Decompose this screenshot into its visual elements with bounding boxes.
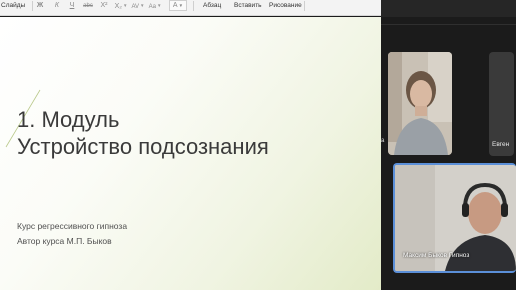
char-spacing-button[interactable]: AV▼: [130, 0, 146, 12]
bold-glyph: Ж: [36, 2, 44, 9]
slides-group-label[interactable]: Слайды: [1, 0, 25, 12]
superscript-glyph: X²: [100, 2, 108, 9]
participant-video-image: [388, 52, 452, 155]
participant-video-tile[interactable]: [388, 52, 452, 155]
slide-title-line-2: Устройство подсознания: [17, 134, 269, 159]
paragraph-group-label[interactable]: Абзац: [203, 0, 221, 12]
change-case-glyph: Aa: [148, 4, 156, 10]
ribbon-separator: [193, 1, 194, 11]
offscreen-participant-name: а: [381, 138, 385, 144]
underline-button[interactable]: Ч: [67, 0, 77, 12]
underline-glyph: Ч: [69, 2, 75, 9]
active-speaker-name: Максим Быков Гипноз: [403, 252, 470, 259]
active-speaker-tile[interactable]: Максим Быков Гипноз: [393, 163, 516, 273]
slide-title: 1. Модуль Устройство подсознания: [17, 106, 377, 160]
font-color-button[interactable]: A▼: [169, 0, 187, 11]
ribbon-toolbar: Слайды Ж К Ч abc X² X₂▼ AV▼ Aa▼ A▼ Абзац…: [0, 0, 381, 16]
ribbon-separator: [304, 1, 305, 11]
subscript-glyph: X₂: [114, 3, 122, 10]
italic-glyph: К: [54, 2, 60, 9]
change-case-button[interactable]: Aa▼: [147, 0, 163, 12]
ribbon-separator: [32, 1, 33, 11]
panel-top-bar: [381, 0, 516, 17]
participant-name: Евген: [492, 141, 510, 148]
panel-divider: [381, 24, 516, 25]
video-call-panel: а Евген Максим Быков Гипноз: [381, 0, 516, 290]
chevron-down-icon: ▼: [178, 3, 184, 8]
slide-subtitle: Курс регрессивного гипноза Автор курса М…: [17, 219, 377, 249]
strikethrough-glyph: abc: [83, 3, 93, 9]
slide-subtitle-line-1: Курс регрессивного гипноза: [17, 221, 128, 231]
draw-group-label[interactable]: Рисование: [269, 0, 302, 12]
chevron-down-icon: ▼: [122, 3, 128, 8]
italic-button[interactable]: К: [52, 0, 62, 12]
participant-video-tile[interactable]: Евген: [489, 52, 514, 156]
slide-subtitle-line-2: Автор курса М.П. Быков: [17, 236, 112, 246]
slide-title-line-1: 1. Модуль: [17, 107, 120, 132]
slide-canvas[interactable]: 1. Модуль Устройство подсознания Курс ре…: [0, 17, 381, 290]
strikethrough-button[interactable]: abc: [80, 0, 96, 12]
char-spacing-glyph: AV: [131, 4, 140, 10]
subscript-button[interactable]: X₂▼: [112, 0, 130, 12]
insert-group-label[interactable]: Вставить: [234, 0, 262, 12]
chevron-down-icon: ▼: [140, 3, 145, 8]
font-color-glyph: A: [172, 2, 178, 9]
bold-button[interactable]: Ж: [35, 0, 45, 12]
chevron-down-icon: ▼: [156, 3, 162, 8]
superscript-button[interactable]: X²: [98, 0, 110, 12]
